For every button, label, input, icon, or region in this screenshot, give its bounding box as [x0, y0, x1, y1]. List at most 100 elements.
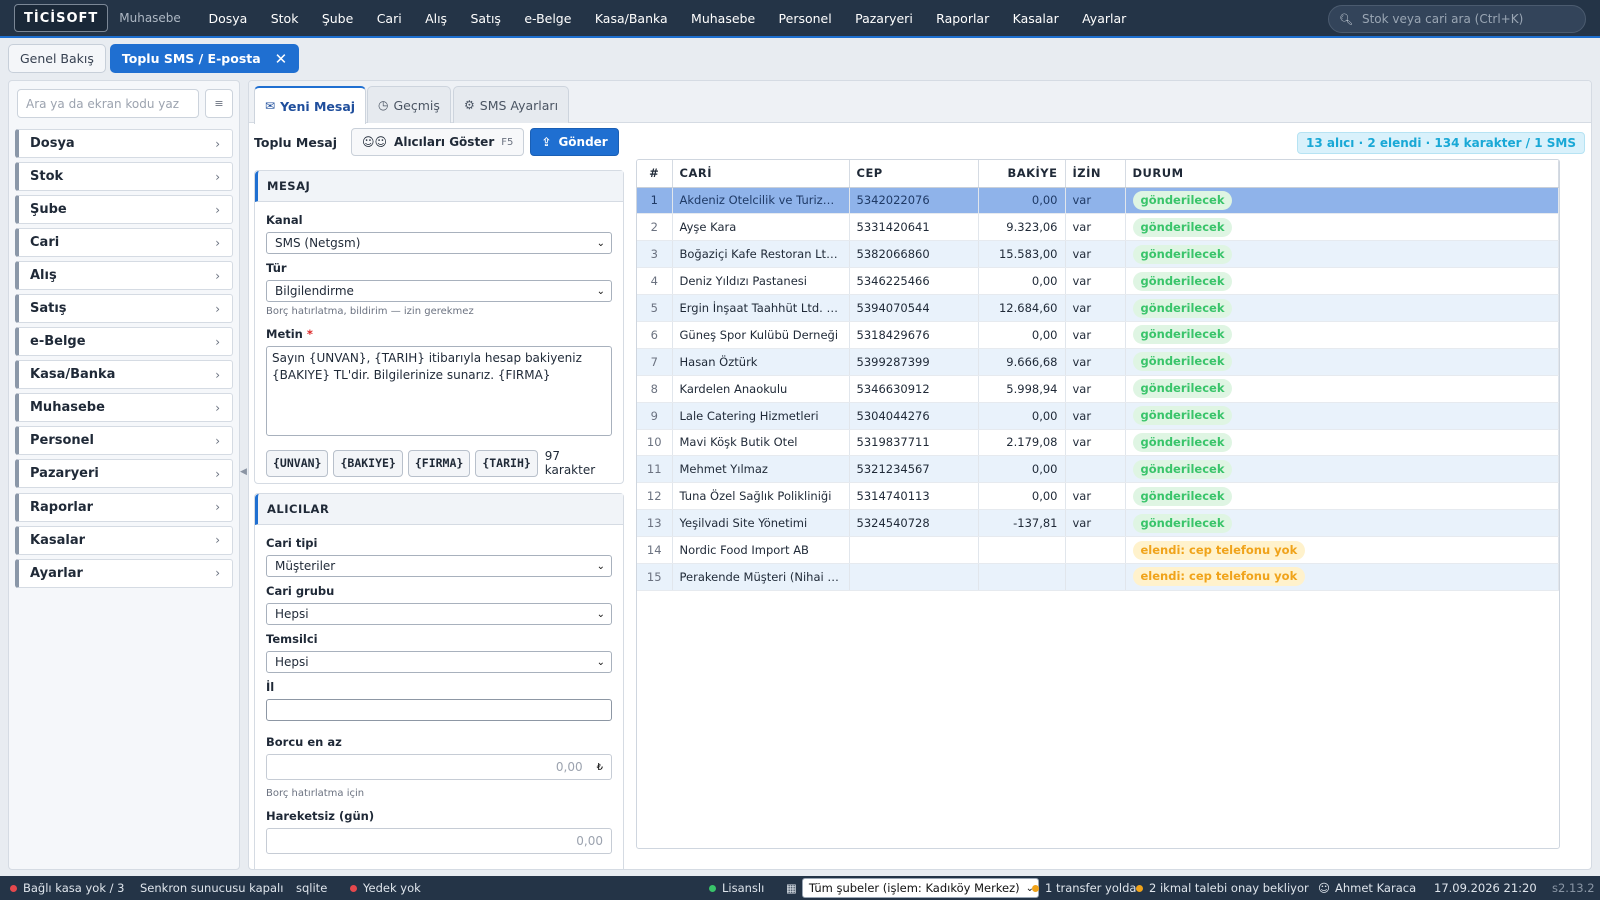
app-logo[interactable]: TİCİSOFT	[14, 4, 109, 32]
representative-select[interactable]: Hepsi ⌄	[266, 651, 612, 673]
cell-balance: 0,00	[978, 187, 1066, 215]
status-license-text: Lisanslı	[722, 881, 765, 895]
idle-days-value: 0,00	[576, 834, 603, 848]
branch-select[interactable]: Tüm şubeler (işlem: Kadıköy Merkez) ⌄	[801, 878, 1040, 898]
table-row[interactable]: 12 Tuna Özel Sağlık Polikliniği 5314740113…	[637, 482, 1559, 511]
cari-group-select[interactable]: Hepsi ⌄	[266, 603, 612, 625]
table-row[interactable]: 4 Deniz Yıldızı Pastanesi 5346225466 0,00 va…	[637, 267, 1559, 296]
sidebar-item-dosya[interactable]: Dosya ›	[15, 129, 233, 158]
tab-history[interactable]: ◷ Geçmiş	[367, 86, 451, 123]
summary-badge: 13 alıcı · 2 elendi · 134 karakter / 1 S…	[1296, 132, 1585, 154]
channel-value: SMS (Netgsm)	[275, 236, 361, 250]
status-requests[interactable]: 2 ikmal talebi onay bekliyor	[1136, 876, 1309, 900]
toolbar: Toplu Mesaj ☺☺ Alıcıları Göster F5 ⇪ Gön…	[249, 123, 1591, 161]
status-badge: gönderilecek	[1132, 325, 1233, 345]
representative-value: Hepsi	[275, 655, 309, 669]
status-transfer[interactable]: 1 transfer yolda	[1032, 876, 1136, 900]
tab-new-message[interactable]: ✉ Yeni Mesaj	[254, 86, 367, 124]
sidebar-item-sube[interactable]: Şube ›	[15, 195, 233, 225]
table-row[interactable]: 5 Ergin İnşaat Taahhüt Ltd. Şti. 539407054…	[637, 294, 1559, 322]
page-tab-bulk-sms[interactable]: Toplu SMS / E-posta ✕	[109, 44, 300, 73]
min-debt-hint: Borç hatırlatma için	[266, 788, 365, 799]
sidebar-search-input[interactable]: Ara ya da ekran kodu yaz	[17, 89, 199, 118]
status-badge: gönderilecek	[1132, 459, 1233, 479]
topmenu-alis[interactable]: Alış	[413, 11, 458, 26]
token-tarih-button[interactable]: {TARIH}	[475, 449, 538, 477]
sidebar-item-personel[interactable]: Personel ›	[15, 426, 233, 456]
table-row[interactable]: 2 Ayşe Kara 5331420641 9.323,06 var gönderile…	[637, 213, 1559, 242]
col-phone-header[interactable]: CEP	[849, 160, 979, 188]
table-row[interactable]: 15 Perakende Müşteri (Nihai Tüke… elendi: …	[637, 563, 1559, 591]
show-recipients-button[interactable]: ☺☺ Alıcıları Göster F5	[351, 128, 525, 156]
sidebar-item-pazaryeri[interactable]: Pazaryeri ›	[15, 459, 233, 489]
sidebar-item-kasa-banka[interactable]: Kasa/Banka ›	[15, 360, 233, 390]
main-tabs: ✉ Yeni Mesaj ◷ Geçmiş ⚙ SMS Ayarları	[249, 81, 1591, 124]
table-row[interactable]: 6 Güneş Spor Kulübü Derneği 5318429676 0,00…	[637, 321, 1559, 349]
tab-sms-settings[interactable]: ⚙ SMS Ayarları	[453, 86, 570, 123]
col-balance-header[interactable]: BAKİYE	[978, 160, 1066, 188]
table-row[interactable]: 13 Yeşilvadi Site Yönetimi 5324540728 -137,…	[637, 509, 1559, 538]
cari-type-select[interactable]: Müşteriler ⌄	[266, 555, 612, 577]
table-row[interactable]: 1 Akdeniz Otelcilik ve Turizm A.Ş. 5342022…	[637, 187, 1559, 215]
topmenu-kasalar[interactable]: Kasalar	[1001, 11, 1070, 26]
token-firma-button[interactable]: {FIRMA}	[407, 449, 471, 477]
table-row[interactable]: 10 Mavi Köşk Butik Otel 5319837711 2.179,08…	[637, 429, 1559, 457]
table-row[interactable]: 3 Boğaziçi Kafe Restoran Ltd. Şti. 5382066…	[637, 240, 1559, 269]
city-input[interactable]	[266, 699, 612, 721]
sidebar-item-muhasebe[interactable]: Muhasebe ›	[15, 393, 233, 423]
chevron-down-icon: ⌄	[596, 285, 605, 297]
topmenu-pazaryeri[interactable]: Pazaryeri	[843, 11, 924, 26]
topmenu-personel[interactable]: Personel	[767, 11, 844, 26]
cell-phone: 5321234567	[849, 455, 979, 484]
topmenu-satis[interactable]: Satış	[459, 11, 513, 26]
type-select[interactable]: Bilgilendirme ⌄	[266, 280, 612, 302]
cell-cari: Mehmet Yılmaz	[672, 455, 850, 484]
table-row[interactable]: 14 Nordic Food Import AB elendi: cep telef…	[637, 536, 1559, 564]
topmenu-ayarlar[interactable]: Ayarlar	[1070, 11, 1138, 26]
chevron-right-icon: ›	[215, 566, 220, 581]
token-unvan-button[interactable]: {UNVAN}	[266, 449, 329, 477]
menu-toggle-button[interactable]: ≡	[205, 89, 233, 118]
close-icon[interactable]: ✕	[275, 50, 288, 68]
topmenu-cari[interactable]: Cari	[365, 11, 413, 26]
channel-select[interactable]: SMS (Netgsm) ⌄	[266, 232, 612, 254]
message-textarea[interactable]: Sayın {UNVAN}, {TARIH} itibarıyla hesap …	[266, 346, 612, 436]
sidebar-item-cari[interactable]: Cari ›	[15, 228, 233, 258]
sidebar-collapse-handle[interactable]: ◀	[240, 467, 247, 477]
cell-permission	[1065, 536, 1126, 564]
min-debt-input[interactable]: 0,00 ₺	[266, 754, 612, 780]
col-permission-header[interactable]: İZİN	[1065, 160, 1126, 188]
topmenu-dosya[interactable]: Dosya	[197, 11, 259, 26]
table-row[interactable]: 11 Mehmet Yılmaz 5321234567 0,00 gönderilece…	[637, 455, 1559, 484]
table-row[interactable]: 9 Lale Catering Hizmetleri 5304044276 0,00 v…	[637, 402, 1559, 430]
sidebar-item-stok[interactable]: Stok ›	[15, 162, 233, 192]
sidebar-item-raporlar[interactable]: Raporlar ›	[15, 492, 233, 522]
sidebar-item-kasalar[interactable]: Kasalar ›	[15, 525, 233, 555]
sidebar-item-alis[interactable]: Alış ›	[15, 261, 233, 291]
col-status-header[interactable]: DURUM	[1125, 160, 1559, 188]
send-button[interactable]: ⇪ Gönder	[530, 128, 619, 156]
status-badge: gönderilecek	[1132, 217, 1233, 237]
topmenu-muhasebe[interactable]: Muhasebe	[679, 11, 767, 26]
topmenu-sube[interactable]: Şube	[310, 11, 365, 26]
topmenu-stok[interactable]: Stok	[259, 11, 310, 26]
status-badge: elendi: cep telefonu yok	[1132, 567, 1306, 587]
sidebar-item-ayarlar[interactable]: Ayarlar ›	[15, 558, 233, 588]
text-label: Metin *	[266, 327, 612, 341]
table-row[interactable]: 7 Hasan Öztürk 5399287399 9.666,68 var gönder…	[637, 348, 1559, 376]
chevron-down-icon: ⌄	[596, 656, 605, 668]
idle-days-input[interactable]: 0,00	[266, 828, 612, 854]
col-index-header[interactable]: #	[637, 160, 673, 188]
sidebar-item-satis[interactable]: Satış ›	[15, 294, 233, 324]
topmenu-kasa-banka[interactable]: Kasa/Banka	[583, 11, 679, 26]
page-tab-overview[interactable]: Genel Bakış	[8, 44, 106, 73]
table-row[interactable]: 8 Kardelen Anaokulu 5346630912 5.998,94 var g…	[637, 375, 1559, 403]
topmenu-raporlar[interactable]: Raporlar	[924, 11, 1000, 26]
global-search-input[interactable]: 🔍︎ Stok veya cari ara (Ctrl+K)	[1328, 5, 1586, 33]
status-user[interactable]: ☺ Ahmet Karaca	[1318, 876, 1416, 900]
status-dot-orange	[1136, 884, 1143, 892]
token-bakiye-button[interactable]: {BAKIYE}	[333, 449, 403, 477]
col-cari-header[interactable]: CARİ	[672, 160, 850, 188]
topmenu-ebelge[interactable]: e-Belge	[513, 11, 584, 26]
sidebar-item-ebelge[interactable]: e-Belge ›	[15, 327, 233, 357]
